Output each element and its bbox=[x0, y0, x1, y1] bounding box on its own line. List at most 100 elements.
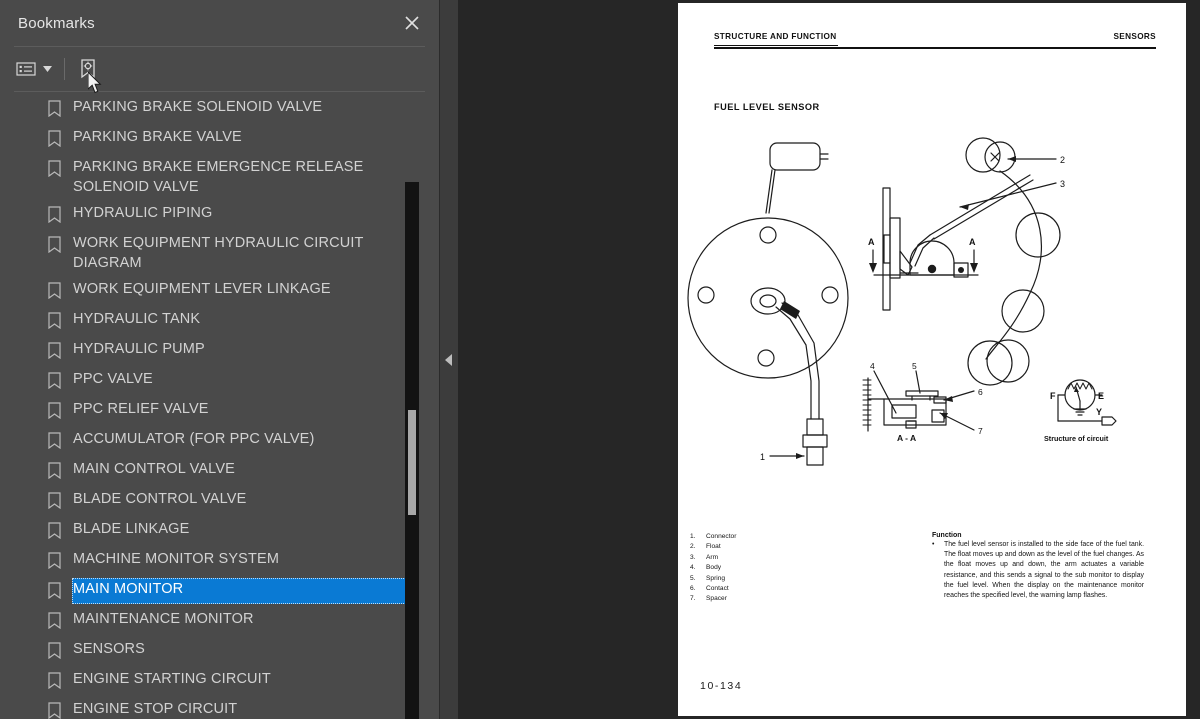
bookmarks-list[interactable]: PARKING BRAKE SOLENOID VALVE PARKING BRAK… bbox=[0, 92, 439, 719]
bookmark-label: BLADE CONTROL VALVE bbox=[73, 491, 247, 507]
triangle-left-icon bbox=[445, 353, 452, 366]
bookmarks-scrollbar-track[interactable] bbox=[405, 182, 419, 719]
part-name: Connector bbox=[706, 533, 737, 540]
bookmark-label: PARKING BRAKE SOLENOID VALVE bbox=[73, 99, 323, 115]
part-name: Float bbox=[706, 543, 721, 551]
part-number: 4. bbox=[690, 564, 696, 572]
svg-text:E: E bbox=[1098, 391, 1104, 401]
part-number: 7. bbox=[690, 595, 696, 603]
bookmark-label: PPC RELIEF VALVE bbox=[73, 401, 209, 417]
function-bullet: • bbox=[932, 541, 935, 548]
bookmark-label: ENGINE STARTING CIRCUIT bbox=[73, 671, 271, 687]
bookmark-item[interactable]: WORK EQUIPMENT LEVER LINKAGE bbox=[0, 276, 439, 306]
chevron-down-icon[interactable] bbox=[40, 55, 54, 83]
bookmark-icon bbox=[48, 402, 61, 420]
svg-text:6: 6 bbox=[978, 387, 983, 397]
bookmark-item[interactable]: BLADE LINKAGE bbox=[0, 516, 439, 546]
bookmark-settings-icon[interactable] bbox=[75, 55, 101, 83]
parts-legend-row: 3. Arm bbox=[690, 553, 736, 563]
part-name: Spring bbox=[706, 574, 726, 582]
part-number: 1. bbox=[690, 533, 696, 540]
svg-text:F: F bbox=[1050, 391, 1056, 401]
svg-text:A - A: A - A bbox=[897, 433, 916, 443]
bookmark-icon bbox=[48, 206, 61, 224]
parts-legend-row: 6. Contact bbox=[690, 584, 736, 594]
bookmark-item[interactable]: HYDRAULIC TANK bbox=[0, 306, 439, 336]
bookmark-label: MAIN CONTROL VALVE bbox=[73, 461, 235, 477]
bookmark-item[interactable]: ENGINE STARTING CIRCUIT bbox=[0, 666, 439, 696]
bookmark-item[interactable]: MAIN CONTROL VALVE bbox=[0, 456, 439, 486]
bookmark-icon bbox=[48, 672, 61, 690]
page-number: 10-134 bbox=[700, 680, 743, 692]
toolbar-divider bbox=[64, 58, 65, 80]
document-page[interactable]: STRUCTURE AND FUNCTION SENSORS FUEL LEVE… bbox=[678, 3, 1186, 716]
bookmark-icon bbox=[48, 492, 61, 510]
bookmark-item[interactable]: MAINTENANCE MONITOR bbox=[0, 606, 439, 636]
bookmark-item[interactable]: ACCUMULATOR (FOR PPC VALVE) bbox=[0, 426, 439, 456]
bookmark-label: MAINTENANCE MONITOR bbox=[73, 611, 254, 627]
bookmark-item[interactable]: MACHINE MONITOR SYSTEM bbox=[0, 546, 439, 576]
bookmark-label: HYDRAULIC TANK bbox=[73, 311, 201, 327]
parts-legend-row: 1. Connector bbox=[690, 532, 736, 542]
bookmark-label: MACHINE MONITOR SYSTEM bbox=[73, 551, 280, 567]
bookmark-item[interactable]: PARKING BRAKE VALVE bbox=[0, 124, 439, 154]
svg-text:A: A bbox=[868, 237, 875, 247]
bookmark-icon bbox=[48, 642, 61, 660]
bookmark-item[interactable]: HYDRAULIC PIPING bbox=[0, 200, 439, 230]
bookmarks-panel-header: Bookmarks bbox=[0, 0, 439, 46]
bookmark-label: ENGINE STOP CIRCUIT bbox=[73, 701, 238, 717]
parts-legend-row: 2. Float bbox=[690, 542, 736, 552]
bookmark-icon bbox=[48, 702, 61, 719]
bookmark-label: WORK EQUIPMENT HYDRAULIC CIRCUIT DIAGRAM bbox=[73, 235, 364, 271]
bookmark-icon bbox=[48, 236, 61, 254]
svg-text:Y: Y bbox=[1096, 407, 1102, 417]
bookmark-label: HYDRAULIC PIPING bbox=[73, 205, 213, 221]
bookmark-label: HYDRAULIC PUMP bbox=[73, 341, 205, 357]
bookmark-item[interactable]: WORK EQUIPMENT HYDRAULIC CIRCUIT DIAGRAM bbox=[0, 230, 439, 276]
section-title: FUEL LEVEL SENSOR bbox=[714, 102, 820, 112]
parts-legend-row: 5. Spring bbox=[690, 574, 736, 584]
bookmarks-toolbar bbox=[0, 47, 439, 91]
bookmark-icon bbox=[48, 342, 61, 360]
bookmark-label: MAIN MONITOR bbox=[73, 581, 184, 597]
bookmark-item[interactable]: PPC VALVE bbox=[0, 366, 439, 396]
circuit-caption: Structure of circuit bbox=[1044, 434, 1109, 443]
bookmark-item[interactable]: PARKING BRAKE EMERGENCE RELEASE SOLENOID… bbox=[0, 154, 439, 200]
bookmark-label: ACCUMULATOR (FOR PPC VALVE) bbox=[73, 431, 315, 447]
svg-text:2: 2 bbox=[1060, 155, 1065, 165]
bookmark-item[interactable]: PPC RELIEF VALVE bbox=[0, 396, 439, 426]
panel-title: Bookmarks bbox=[18, 14, 95, 32]
bookmark-item[interactable]: BLADE CONTROL VALVE bbox=[0, 486, 439, 516]
svg-text:5: 5 bbox=[912, 361, 917, 371]
bookmark-item[interactable]: HYDRAULIC PUMP bbox=[0, 336, 439, 366]
bookmark-icon bbox=[48, 282, 61, 300]
page-running-head: STRUCTURE AND FUNCTION SENSORS bbox=[714, 32, 1156, 41]
bookmark-icon bbox=[48, 130, 61, 148]
bookmark-label: WORK EQUIPMENT LEVER LINKAGE bbox=[73, 281, 331, 297]
bookmark-item[interactable]: MAIN MONITOR bbox=[0, 576, 439, 606]
function-text: The fuel level sensor is installed to th… bbox=[944, 541, 1144, 600]
bookmark-item[interactable]: PARKING BRAKE SOLENOID VALVE bbox=[0, 94, 439, 124]
bookmark-icon bbox=[48, 522, 61, 540]
panel-collapse-handle[interactable] bbox=[440, 0, 458, 719]
bookmark-item[interactable]: ENGINE STOP CIRCUIT bbox=[0, 696, 439, 719]
part-name: Contact bbox=[706, 585, 729, 593]
svg-text:4: 4 bbox=[870, 361, 875, 371]
header-rule-accent bbox=[714, 45, 838, 46]
header-right-text: SENSORS bbox=[1113, 32, 1156, 41]
close-icon[interactable] bbox=[399, 10, 425, 36]
bookmark-icon bbox=[48, 462, 61, 480]
fuel-level-sensor-diagram: 1 A A 2 3 4 5 6 7 A - A F E Y Structure … bbox=[678, 123, 1186, 503]
part-name: Arm bbox=[706, 553, 719, 561]
part-number: 3. bbox=[690, 553, 696, 561]
parts-legend: 1. Connector 2. Float 3. Arm 4. Body 5. Spring 6. C… bbox=[690, 532, 736, 605]
header-left-text: STRUCTURE AND FUNCTION bbox=[714, 32, 837, 41]
svg-text:3: 3 bbox=[1060, 179, 1065, 189]
bookmarks-scrollbar-thumb[interactable] bbox=[408, 410, 416, 515]
bookmark-label: PARKING BRAKE EMERGENCE RELEASE SOLENOID… bbox=[73, 159, 364, 195]
list-options-icon[interactable] bbox=[12, 55, 40, 83]
bookmark-item[interactable]: SENSORS bbox=[0, 636, 439, 666]
bookmark-icon bbox=[48, 372, 61, 390]
svg-text:1: 1 bbox=[760, 452, 765, 462]
part-number: 5. bbox=[690, 574, 696, 582]
